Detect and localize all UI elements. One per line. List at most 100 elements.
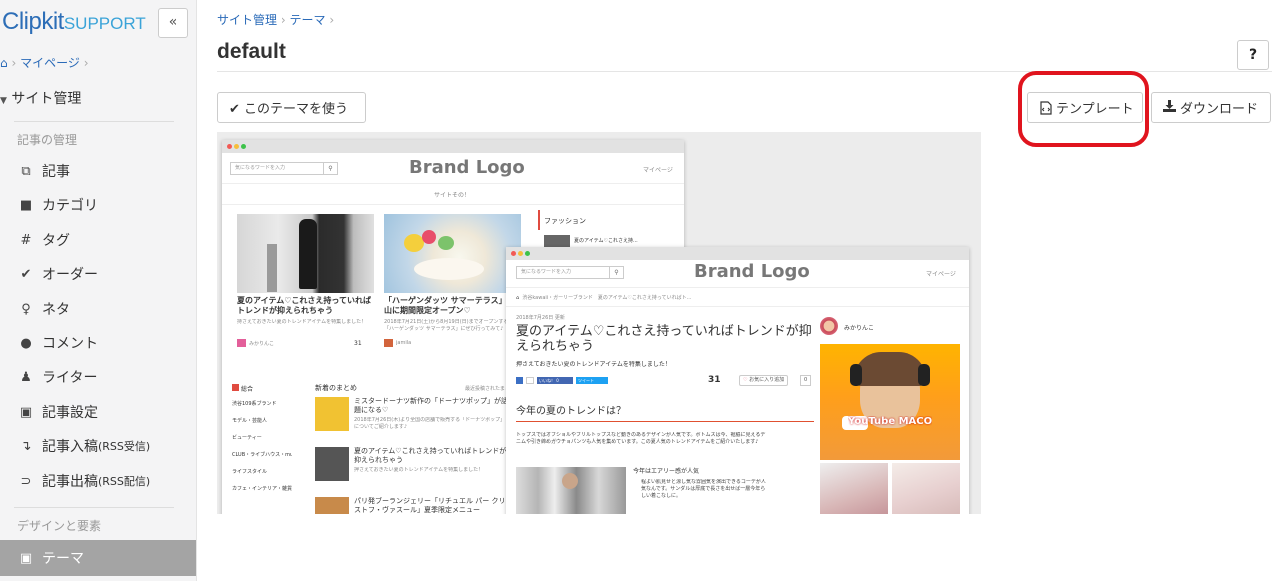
sidebar-item-suffix: (RSS配信) — [98, 475, 151, 488]
help-button[interactable]: ? — [1237, 40, 1269, 70]
preview-article-photo — [516, 467, 626, 514]
copy-icon: ⧉ — [21, 163, 31, 179]
preview-nav-heading: 総合 — [241, 386, 254, 393]
preview-brand-logo: Brand Logo — [694, 261, 810, 282]
sidebar-item-settings-file[interactable]: ▣ 記事設定 — [0, 395, 196, 429]
sidebar-item-lightbulb[interactable]: ♀ ネタ — [0, 292, 196, 326]
download-button[interactable]: ダウンロード — [1151, 92, 1271, 123]
preview-card-photo — [384, 214, 521, 293]
preview-mypage: マイページ — [926, 271, 956, 278]
section-accent — [538, 210, 540, 230]
breadcrumb-mypage[interactable]: マイページ — [20, 56, 80, 70]
divider — [506, 287, 969, 288]
sidebar: ClipkitSUPPORT « ⌂ › マイページ › ▼ サイト管理 記事の… — [0, 0, 197, 581]
preview-card-text: 2018年7月21日(土)から8月19日(日)までオープンする「ハーゲンダッツ … — [384, 319, 509, 332]
preview-list-title: パリ発ブーランジェリー「リチュエル パー クリストフ・ヴァスール」夏季限定メニュ… — [354, 497, 506, 514]
breadcrumb-separator: › — [83, 56, 89, 70]
sidebar-item-theme[interactable]: ▣ テーマ — [0, 540, 196, 576]
preview-photo-thumb — [820, 463, 888, 514]
use-theme-button[interactable]: ✔ このテーマを使う — [217, 92, 366, 123]
use-theme-label: ✔ このテーマを使う — [229, 102, 349, 117]
preview-article-title: 夏のアイテム♡これさえ持っていればトレンドが抑えられちゃう — [516, 324, 812, 354]
main-breadcrumb: サイト管理 › テーマ › — [217, 11, 334, 28]
sidebar-item-label: オーダー — [42, 267, 98, 283]
window-min-dot — [234, 144, 239, 149]
preview-article-window: 気になるワードを入力 ⚲ Brand Logo マイページ ⌂ 渋谷kawaii・… — [506, 247, 969, 514]
site-admin-label: サイト管理 — [11, 91, 82, 107]
preview-date: 2018年7月26日 更新 — [516, 315, 565, 321]
preview-thumb — [544, 235, 570, 247]
sidebar-item-label: ネタ — [42, 302, 70, 318]
preview-author: みかりんこ — [249, 341, 275, 347]
sidebar-item-check[interactable]: ✔ オーダー — [0, 257, 196, 291]
sidebar-item-level-down[interactable]: ↴ 記事入稿 (RSS受信) — [0, 429, 196, 463]
level-down-icon: ↴ — [20, 438, 32, 454]
section-articles-heading: 記事の管理 — [17, 133, 78, 147]
preview-fashion-item: 夏のアイテム♡これさえ持... — [574, 238, 638, 244]
window-close-dot — [227, 144, 232, 149]
like-button: いいね！ 0 — [537, 377, 573, 384]
page-title: default — [217, 40, 286, 63]
comment-icon: ● — [20, 335, 32, 351]
sidebar-item-label: 記事 — [42, 164, 70, 180]
breadcrumb-separator: › — [329, 13, 335, 27]
preview-breadcrumb: ⌂ 渋谷kawaii・ガーリーブランド 夏のアイテム♡これさえ持っていればト..… — [516, 295, 692, 301]
preview-brand-logo: Brand Logo — [409, 157, 525, 178]
preview-subtext: 程よい肌見せと涼し気な雰囲気を演出できるコーデが人気なんです。サンダルは厚底で長… — [641, 479, 766, 499]
preview-photo-thumb — [892, 463, 960, 514]
theme-preview-image: 気になるワードを入力 ⚲ Brand Logo マイページ サイトその！ 夏のアイ… — [217, 132, 981, 514]
divider — [14, 121, 174, 122]
preview-summary-heading: 新着のまとめ — [315, 384, 357, 392]
preview-thumb — [315, 497, 349, 514]
download-icon — [1163, 99, 1177, 116]
site-admin-toggle[interactable]: ▼ サイト管理 — [0, 88, 81, 108]
lightbulb-icon: ♀ — [21, 301, 31, 317]
avatar — [237, 339, 246, 347]
settings-file-icon: ▣ — [19, 404, 33, 420]
clipkit-support-logo[interactable]: ClipkitSUPPORT — [2, 8, 146, 36]
preview-fashion-heading: ファッション — [544, 217, 586, 225]
breadcrumb-separator: › — [280, 13, 286, 27]
preview-thumb — [315, 447, 349, 481]
divider — [222, 183, 684, 184]
preview-video-text: YouTube MACO — [848, 416, 933, 427]
window-close-dot — [511, 251, 516, 256]
preview-nav-item: CLUB・ライブハウス・music — [232, 452, 292, 458]
rss-icon: ⊃ — [20, 473, 32, 489]
sidebar-item-label: コメント — [42, 336, 98, 352]
preview-card-photo — [237, 214, 374, 293]
sidebar-item-comment[interactable]: ● コメント — [0, 326, 196, 360]
breadcrumb-theme[interactable]: テーマ — [289, 13, 325, 27]
preview-search-input: 気になるワードを入力 ⚲ — [230, 162, 338, 175]
preview-subheading: 今年はエアリー感が人気 — [633, 468, 700, 475]
window-max-dot — [525, 251, 530, 256]
sidebar-item-folder[interactable]: ■ カテゴリ — [0, 188, 196, 222]
breadcrumb-separator: › — [11, 56, 17, 70]
avatar — [820, 317, 838, 335]
preview-article-lead: 押さえておきたい夏のトレンドアイテムを特集しました！ — [516, 361, 671, 368]
preview-thumb — [315, 397, 349, 431]
divider — [506, 306, 969, 307]
theme-file-icon: ▣ — [19, 550, 33, 566]
window-titlebar — [222, 140, 684, 153]
sidebar-item-rss[interactable]: ⊃ 記事出稿 (RSS配信) — [0, 464, 196, 498]
breadcrumb-site-admin[interactable]: サイト管理 — [217, 13, 277, 27]
grid-icon — [232, 384, 239, 391]
sidebar-item-user[interactable]: ♟ ライター — [0, 360, 196, 394]
favorite-button: ♡ お気に入り追加 — [739, 375, 789, 386]
preview-paragraph: トップスではオフショルやフリルトップスなど動きのあるデザインが人気です。ボトムス… — [516, 432, 766, 445]
sidebar-item-copy[interactable]: ⧉ 記事 — [0, 154, 196, 188]
collapse-sidebar-button[interactable]: « — [158, 8, 188, 38]
sidebar-item-label: テーマ — [42, 551, 84, 567]
preview-video-thumbnail: YouTube MACO — [820, 344, 960, 460]
sidebar-item-hashtag[interactable]: # タグ — [0, 223, 196, 257]
sidebar-item-label: 記事設定 — [42, 405, 98, 421]
preview-mypage: マイページ — [643, 167, 673, 174]
home-icon[interactable]: ⌂ — [0, 56, 8, 70]
folder-icon: ■ — [19, 197, 33, 213]
window-min-dot — [518, 251, 523, 256]
preview-nav-item: ライフスタイル — [232, 469, 268, 475]
preview-card-text: 持さえておきたい夏のトレンドアイテムを特集しました！ — [237, 319, 367, 325]
preview-card-title: 「ハーゲンダッツ サマーテラス」代官山に期間限定オープン♡ — [384, 296, 523, 315]
avatar — [384, 339, 393, 347]
